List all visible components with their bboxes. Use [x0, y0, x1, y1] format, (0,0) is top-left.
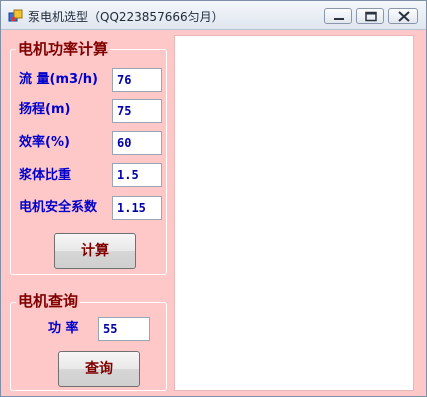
minimize-icon	[334, 18, 344, 20]
efficiency-input[interactable]: 60	[112, 131, 162, 155]
result-output-area[interactable]	[174, 35, 414, 391]
maximize-button[interactable]	[356, 8, 384, 24]
app-window: 泵电机选型（QQ223857666匀月） 电机功率计算 流 量(m3/h) 76…	[0, 0, 427, 397]
close-button[interactable]	[388, 8, 418, 24]
power-input[interactable]: 55	[98, 317, 150, 341]
window-title: 泵电机选型（QQ223857666匀月）	[28, 10, 224, 24]
title-bar[interactable]: 泵电机选型（QQ223857666匀月）	[1, 1, 426, 30]
head-label: 扬程(m)	[19, 102, 71, 117]
maximize-icon	[365, 11, 377, 22]
efficiency-label: 效率(%)	[19, 135, 70, 150]
power-label: 功 率	[48, 321, 79, 336]
power-calc-caption: 电机功率计算	[16, 40, 111, 58]
slurry-density-label: 浆体比重	[19, 168, 72, 183]
slurry-density-input[interactable]: 1.5	[112, 163, 162, 187]
flow-label: 流 量(m3/h)	[19, 72, 99, 87]
minimize-button[interactable]	[324, 8, 352, 24]
close-icon	[398, 11, 410, 22]
query-button[interactable]: 查询	[58, 351, 140, 387]
safety-factor-input[interactable]: 1.15	[112, 196, 162, 220]
safety-factor-label: 电机安全系数	[19, 200, 98, 215]
flow-input[interactable]: 76	[112, 68, 162, 92]
motor-query-caption: 电机查询	[16, 292, 81, 310]
head-input[interactable]: 75	[112, 99, 162, 123]
app-window-icon[interactable]	[8, 8, 24, 24]
calculate-button[interactable]: 计算	[54, 233, 136, 269]
